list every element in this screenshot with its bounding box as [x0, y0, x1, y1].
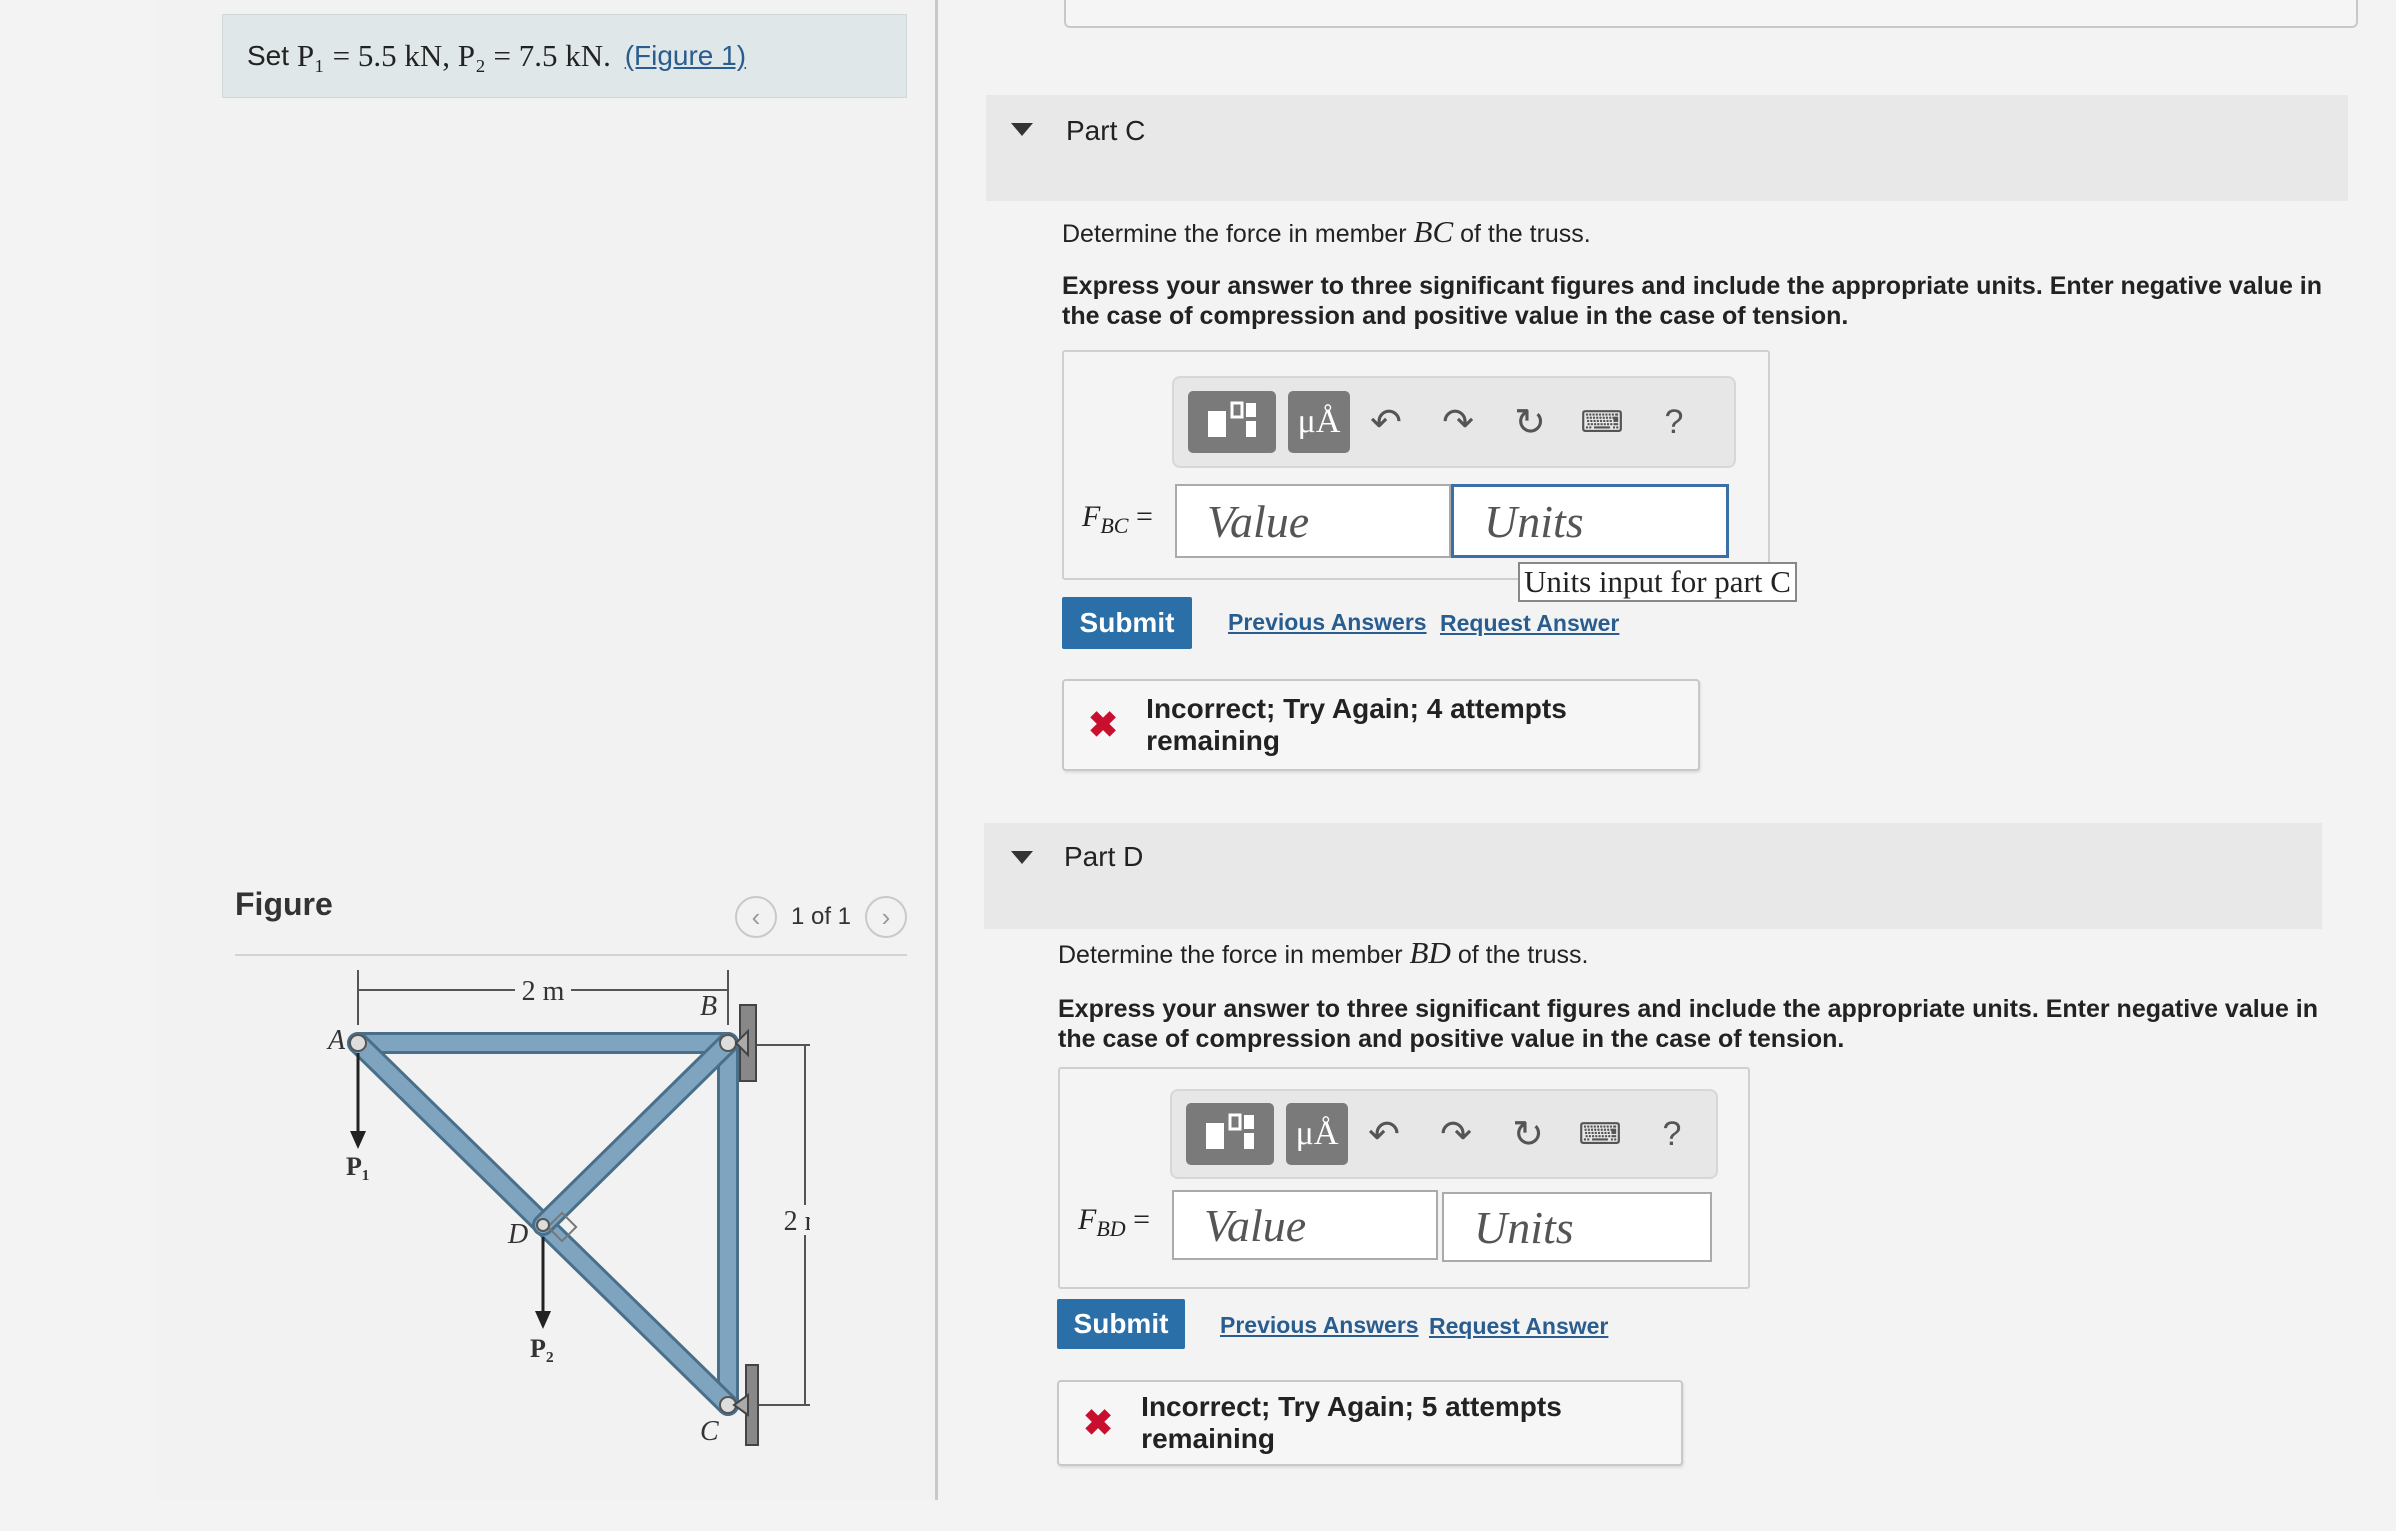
- part-d-question: Determine the force in member BD of the …: [1058, 935, 1589, 970]
- label-d: D: [507, 1219, 528, 1250]
- keyboard-icon[interactable]: ⌨: [1564, 1117, 1636, 1152]
- error-x-icon: ✖: [1088, 704, 1119, 745]
- part-c-units-input[interactable]: Units: [1451, 484, 1729, 558]
- help-icon[interactable]: ?: [1636, 1115, 1708, 1154]
- keyboard-icon[interactable]: ⌨: [1566, 405, 1638, 440]
- part-c-question: Determine the force in member BC of the …: [1062, 214, 1591, 249]
- error-x-icon: ✖: [1083, 1402, 1114, 1443]
- figure-link[interactable]: (Figure 1): [625, 40, 746, 72]
- part-c-submit-button[interactable]: Submit: [1062, 597, 1192, 649]
- templates-icon[interactable]: [1188, 391, 1276, 453]
- figure-title: Figure: [235, 886, 333, 922]
- part-d-submit-button[interactable]: Submit: [1057, 1299, 1185, 1349]
- part-c-instructions: Express your answer to three significant…: [1062, 272, 2323, 330]
- help-icon[interactable]: ?: [1638, 403, 1710, 442]
- part-c-title: Part C: [1066, 115, 1146, 146]
- label-c: C: [700, 1416, 719, 1447]
- part-c-value-input[interactable]: Value: [1175, 484, 1451, 558]
- label-p1: P₁: [346, 1152, 370, 1181]
- part-d-previous-answers[interactable]: Previous Answers: [1220, 1312, 1419, 1339]
- part-d-toolbar: μÅ ↶ ↷ ↻ ⌨ ?: [1170, 1089, 1718, 1179]
- part-c-request-answer[interactable]: Request Answer: [1440, 610, 1619, 637]
- pin-d: [536, 1218, 550, 1232]
- problem-statement: Set P₁ = 5.5 kN, P₂ = 7.5 kN. (Figure 1): [222, 14, 907, 98]
- page: Set P₁ = 5.5 kN, P₂ = 7.5 kN. (Figure 1)…: [0, 0, 2396, 1531]
- collapse-triangle-icon[interactable]: [1011, 123, 1033, 136]
- collapse-triangle-icon[interactable]: [1011, 851, 1033, 864]
- reset-icon[interactable]: ↻: [1494, 400, 1566, 445]
- part-c-header[interactable]: Part C: [986, 95, 2348, 201]
- figure-header: Figure ‹ 1 of 1 ›: [235, 882, 907, 956]
- reset-icon[interactable]: ↻: [1492, 1112, 1564, 1157]
- part-d-units-input[interactable]: Units: [1442, 1192, 1712, 1262]
- part-d-value-input[interactable]: Value: [1172, 1190, 1438, 1260]
- redo-icon[interactable]: ↷: [1422, 400, 1494, 445]
- part-c-previous-answers[interactable]: Previous Answers: [1228, 609, 1427, 636]
- chevron-left-icon[interactable]: ‹: [734, 896, 777, 938]
- truss-figure: 2 m 2 m A B C D P₁ P₂: [326, 970, 810, 1447]
- dim-top-label: 2 m: [522, 976, 565, 1007]
- pager-text: 1 of 1: [790, 903, 851, 930]
- label-b: B: [700, 991, 717, 1022]
- part-c-variable: FBC =: [1082, 500, 1153, 538]
- part-d-header[interactable]: Part D: [984, 823, 2322, 929]
- load-values: P₁ = 5.5 kN, P₂ = 7.5 kN.: [296, 38, 611, 73]
- undo-icon[interactable]: ↶: [1350, 400, 1422, 445]
- part-c-toolbar: μÅ ↶ ↷ ↻ ⌨ ?: [1172, 376, 1736, 468]
- pin-a: [349, 1034, 367, 1052]
- pin-b: [719, 1034, 737, 1052]
- chevron-right-icon[interactable]: ›: [865, 896, 907, 938]
- templates-icon[interactable]: [1186, 1103, 1274, 1165]
- part-d-request-answer[interactable]: Request Answer: [1429, 1313, 1608, 1340]
- part-d-instructions: Express your answer to three significant…: [1058, 995, 2319, 1053]
- redo-icon[interactable]: ↷: [1420, 1112, 1492, 1157]
- units-symbol-button[interactable]: μÅ: [1288, 391, 1350, 453]
- part-c-units-tooltip: Units input for part C: [1518, 562, 1797, 602]
- units-symbol-button[interactable]: μÅ: [1286, 1103, 1348, 1165]
- label-p2: P₂: [530, 1334, 554, 1363]
- part-d-variable: FBD =: [1078, 1203, 1151, 1241]
- set-prefix: Set: [247, 40, 290, 71]
- undo-icon[interactable]: ↶: [1348, 1112, 1420, 1157]
- label-a: A: [326, 1025, 346, 1056]
- dim-right-label: 2 m: [784, 1206, 810, 1237]
- part-c-feedback: ✖ Incorrect; Try Again; 4 attempts remai…: [1062, 679, 1700, 771]
- part-d-feedback: ✖ Incorrect; Try Again; 5 attempts remai…: [1057, 1380, 1683, 1466]
- part-d-title: Part D: [1064, 841, 1144, 872]
- figure-pager: ‹ 1 of 1 ›: [734, 896, 907, 938]
- previous-part-box-edge: [1064, 0, 2358, 28]
